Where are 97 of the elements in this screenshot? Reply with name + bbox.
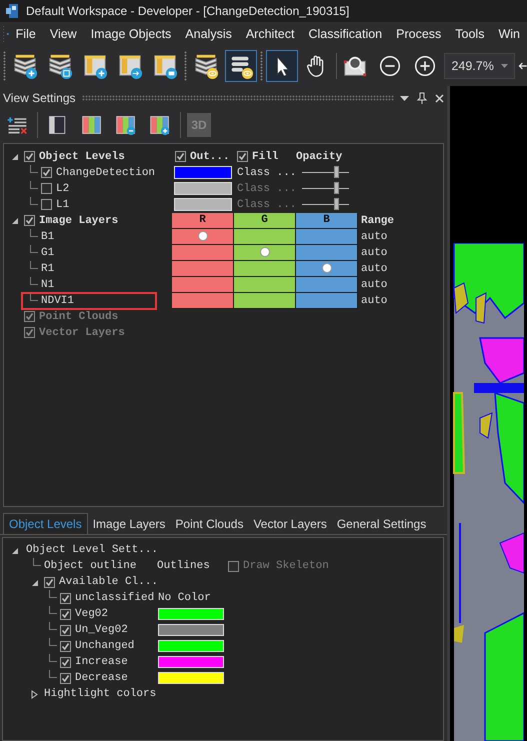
menu-item[interactable]: View	[42, 24, 84, 44]
menu-item[interactable]: Process	[389, 24, 448, 44]
checkbox[interactable]	[60, 656, 71, 668]
pointer-button[interactable]	[266, 50, 298, 82]
channel-header: G	[234, 212, 296, 229]
caret-icon[interactable]	[501, 64, 508, 68]
panel-title: View Settings	[3, 90, 76, 107]
checkbox[interactable]	[41, 167, 52, 178]
tree-label: Available Cl...	[59, 574, 158, 590]
range-value: auto	[361, 278, 388, 293]
tree-label: ChangeDetection	[56, 166, 156, 181]
layers-save-icon	[46, 52, 73, 80]
channel-header: R	[172, 212, 234, 229]
window-title: Default Workspace - Developer - [ChangeDetection_190315]	[26, 3, 350, 20]
menu-item[interactable]: Architect	[238, 24, 302, 44]
column-header: Fill	[252, 150, 278, 165]
zoom-field[interactable]: 249.7%	[444, 53, 516, 79]
menu-item[interactable]: Classification	[301, 24, 390, 44]
fill-value: Class ...	[237, 198, 296, 213]
layer-name: G1	[41, 246, 54, 261]
collapse-icon[interactable]	[10, 216, 19, 226]
range-value: auto	[361, 246, 388, 261]
class-name: Unchanged	[75, 638, 134, 654]
color-swatch[interactable]	[174, 166, 232, 180]
layer-name: B1	[41, 230, 54, 245]
collapse-icon[interactable]	[10, 546, 19, 554]
checkbox[interactable]	[41, 183, 52, 194]
expand-icon[interactable]	[30, 690, 39, 698]
tree-label: Object Levels	[39, 150, 125, 165]
menu-item[interactable]: Win	[491, 24, 527, 44]
app-icon	[6, 3, 20, 19]
range-value: auto	[361, 294, 388, 309]
pin-icon[interactable]	[417, 92, 427, 104]
tree-label: L2	[56, 182, 70, 197]
checkbox[interactable]	[24, 215, 35, 226]
tree-label: L1	[56, 198, 70, 213]
menu-item[interactable]: Image Objects	[84, 24, 178, 44]
checkbox[interactable]	[60, 640, 71, 652]
color-swatch[interactable]	[174, 182, 232, 196]
slider-thumb[interactable]	[334, 166, 340, 178]
color-swatch[interactable]	[158, 640, 224, 652]
checkbox[interactable]	[175, 151, 186, 162]
checkbox[interactable]	[60, 592, 71, 604]
range-value: auto	[361, 230, 388, 245]
tree-label: Object outline	[44, 558, 136, 574]
tab[interactable]: Vector Layers	[248, 513, 332, 534]
column-header: Range	[361, 214, 394, 229]
checkbox[interactable]	[60, 624, 71, 636]
color-swatch[interactable]	[158, 656, 224, 668]
checkbox[interactable]	[237, 151, 248, 162]
color-swatch[interactable]	[158, 624, 224, 636]
property-value: No Color	[158, 590, 211, 606]
tree-label: Image Layers	[39, 214, 118, 229]
column-header: Opacity	[296, 150, 342, 165]
checkbox[interactable]	[41, 199, 52, 210]
checkbox[interactable]	[60, 672, 71, 684]
slider-thumb[interactable]	[334, 198, 340, 210]
layers-add-icon	[12, 52, 38, 80]
tab[interactable]: General Settings	[332, 513, 432, 534]
tree-label: Hightlight colors	[44, 686, 156, 702]
column-header: Out...	[190, 150, 230, 165]
tree-label: Vector Layers	[39, 326, 125, 341]
layer-name: N1	[41, 278, 54, 293]
collapse-icon[interactable]	[30, 578, 39, 586]
fill-value: Class ...	[237, 182, 296, 197]
layers-eye-icon	[192, 52, 219, 80]
menu-item[interactable]: Tools	[448, 24, 492, 44]
layer-name: R1	[41, 262, 54, 277]
color-swatch[interactable]	[174, 198, 232, 212]
class-name: Decrease	[75, 670, 128, 686]
tab[interactable]: Object Levels	[3, 513, 88, 534]
close-icon[interactable]	[435, 94, 444, 102]
class-name: Increase	[75, 654, 128, 670]
class-name: Veg02	[75, 606, 108, 622]
checkbox-label: Draw Skeleton	[243, 558, 329, 574]
range-value: auto	[361, 262, 388, 277]
layer-name: NDVI1	[41, 294, 74, 309]
tree-label: Point Clouds	[39, 310, 118, 325]
menu-item[interactable]: Analysis	[178, 24, 239, 44]
property-value: Outlines	[157, 558, 211, 574]
menu-item[interactable]: File	[8, 24, 43, 44]
tab[interactable]: Point Clouds	[170, 513, 248, 534]
checkbox[interactable]	[24, 151, 35, 162]
color-swatch[interactable]	[158, 672, 224, 684]
collapse-icon[interactable]	[10, 152, 19, 162]
dropdown-icon[interactable]	[400, 96, 409, 100]
channel-header: B	[296, 212, 358, 229]
checkbox[interactable]	[60, 608, 71, 620]
slider-thumb[interactable]	[334, 182, 340, 194]
color-swatch[interactable]	[158, 608, 224, 620]
tab[interactable]: Image Layers	[88, 513, 170, 534]
tree-label: Object Level Sett...	[26, 542, 158, 558]
fill-value: Class ...	[237, 166, 296, 181]
list-eye-button[interactable]	[224, 50, 257, 82]
class-name: Un_Veg02	[75, 622, 128, 638]
checkbox[interactable]	[44, 576, 55, 588]
class-name: unclassified	[75, 590, 154, 606]
